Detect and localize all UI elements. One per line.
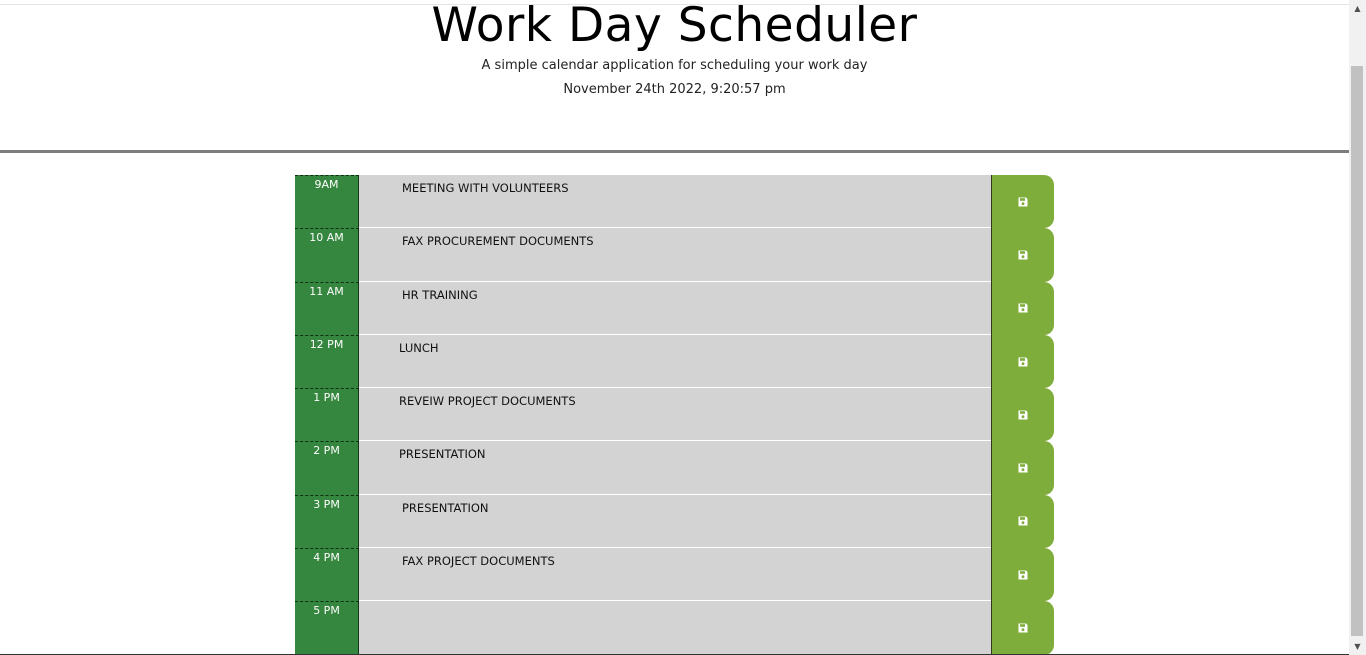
time-block-list: 9AM MEETING WITH VOLUNTEERS 10 AM FAX PR… (295, 175, 1055, 655)
floppy-disk-icon (1018, 623, 1028, 633)
time-block-row: 3 PM PRESENTATION (295, 494, 1055, 549)
event-textarea[interactable]: HR TRAINING (359, 281, 991, 335)
save-button[interactable] (991, 441, 1054, 495)
floppy-disk-icon (1018, 410, 1028, 420)
time-block-row: 2 PM PRESENTATION (295, 441, 1055, 495)
header: Work Day Scheduler A simple calendar app… (0, 0, 1349, 153)
page-title: Work Day Scheduler (431, 0, 918, 53)
save-button[interactable] (991, 548, 1054, 602)
time-block-row: 1 PM REVEIW PROJECT DOCUMENTS (295, 388, 1055, 442)
hour-label: 1 PM (295, 388, 359, 442)
event-text: LUNCH (399, 340, 439, 355)
scrollbar-thumb[interactable] (1351, 66, 1363, 636)
floppy-disk-icon (1018, 357, 1028, 367)
save-button[interactable] (991, 601, 1054, 655)
event-textarea[interactable]: PRESENTATION (359, 441, 991, 495)
event-textarea[interactable]: MEETING WITH VOLUNTEERS (359, 175, 991, 229)
save-button[interactable] (991, 228, 1054, 282)
floppy-disk-icon (1018, 303, 1028, 313)
save-button[interactable] (991, 334, 1054, 389)
hour-label: 10 AM (295, 228, 359, 282)
floppy-disk-icon (1018, 516, 1028, 526)
event-textarea[interactable]: REVEIW PROJECT DOCUMENTS (359, 388, 991, 442)
event-text: PRESENTATION (399, 447, 486, 462)
vertical-scrollbar[interactable]: ▲ ▼ (1349, 0, 1366, 655)
time-block-row: 10 AM FAX PROCUREMENT DOCUMENTS (295, 228, 1055, 282)
event-textarea[interactable]: PRESENTATION (359, 494, 991, 549)
event-textarea[interactable]: FAX PROJECT DOCUMENTS (359, 548, 991, 602)
page-subtitle: A simple calendar application for schedu… (481, 58, 868, 73)
event-text: FAX PROJECT DOCUMENTS (402, 554, 555, 569)
time-block-row: 9AM MEETING WITH VOLUNTEERS (295, 175, 1055, 229)
event-text: PRESENTATION (402, 500, 489, 515)
time-block-row: 11 AM HR TRAINING (295, 281, 1055, 335)
page: Work Day Scheduler A simple calendar app… (0, 0, 1349, 655)
event-textarea[interactable] (359, 601, 991, 655)
event-textarea[interactable]: FAX PROCUREMENT DOCUMENTS (359, 228, 991, 282)
save-button[interactable] (991, 175, 1054, 229)
hour-label: 12 PM (295, 334, 359, 389)
event-text: FAX PROCUREMENT DOCUMENTS (402, 234, 594, 249)
hour-label: 11 AM (295, 281, 359, 335)
floppy-disk-icon (1018, 463, 1028, 473)
event-textarea[interactable]: LUNCH (359, 334, 991, 389)
hour-label: 5 PM (295, 601, 359, 655)
hour-label: 2 PM (295, 441, 359, 495)
save-button[interactable] (991, 281, 1054, 335)
save-button[interactable] (991, 388, 1054, 442)
floppy-disk-icon (1018, 570, 1028, 580)
time-block-row: 5 PM (295, 601, 1055, 655)
time-block-row: 12 PM LUNCH (295, 334, 1055, 389)
time-block-row: 4 PM FAX PROJECT DOCUMENTS (295, 548, 1055, 602)
event-text: HR TRAINING (402, 287, 478, 302)
save-button[interactable] (991, 494, 1054, 549)
hour-label: 3 PM (295, 494, 359, 549)
current-datetime: November 24th 2022, 9:20:57 pm (563, 82, 786, 97)
scroll-up-arrow-icon[interactable]: ▲ (1349, 0, 1366, 17)
hour-label: 4 PM (295, 548, 359, 602)
hour-label: 9AM (295, 175, 359, 229)
floppy-disk-icon (1018, 197, 1028, 207)
event-text: MEETING WITH VOLUNTEERS (402, 181, 569, 195)
floppy-disk-icon (1018, 250, 1028, 260)
event-text: REVEIW PROJECT DOCUMENTS (399, 394, 576, 409)
scroll-down-arrow-icon[interactable]: ▼ (1349, 638, 1366, 655)
